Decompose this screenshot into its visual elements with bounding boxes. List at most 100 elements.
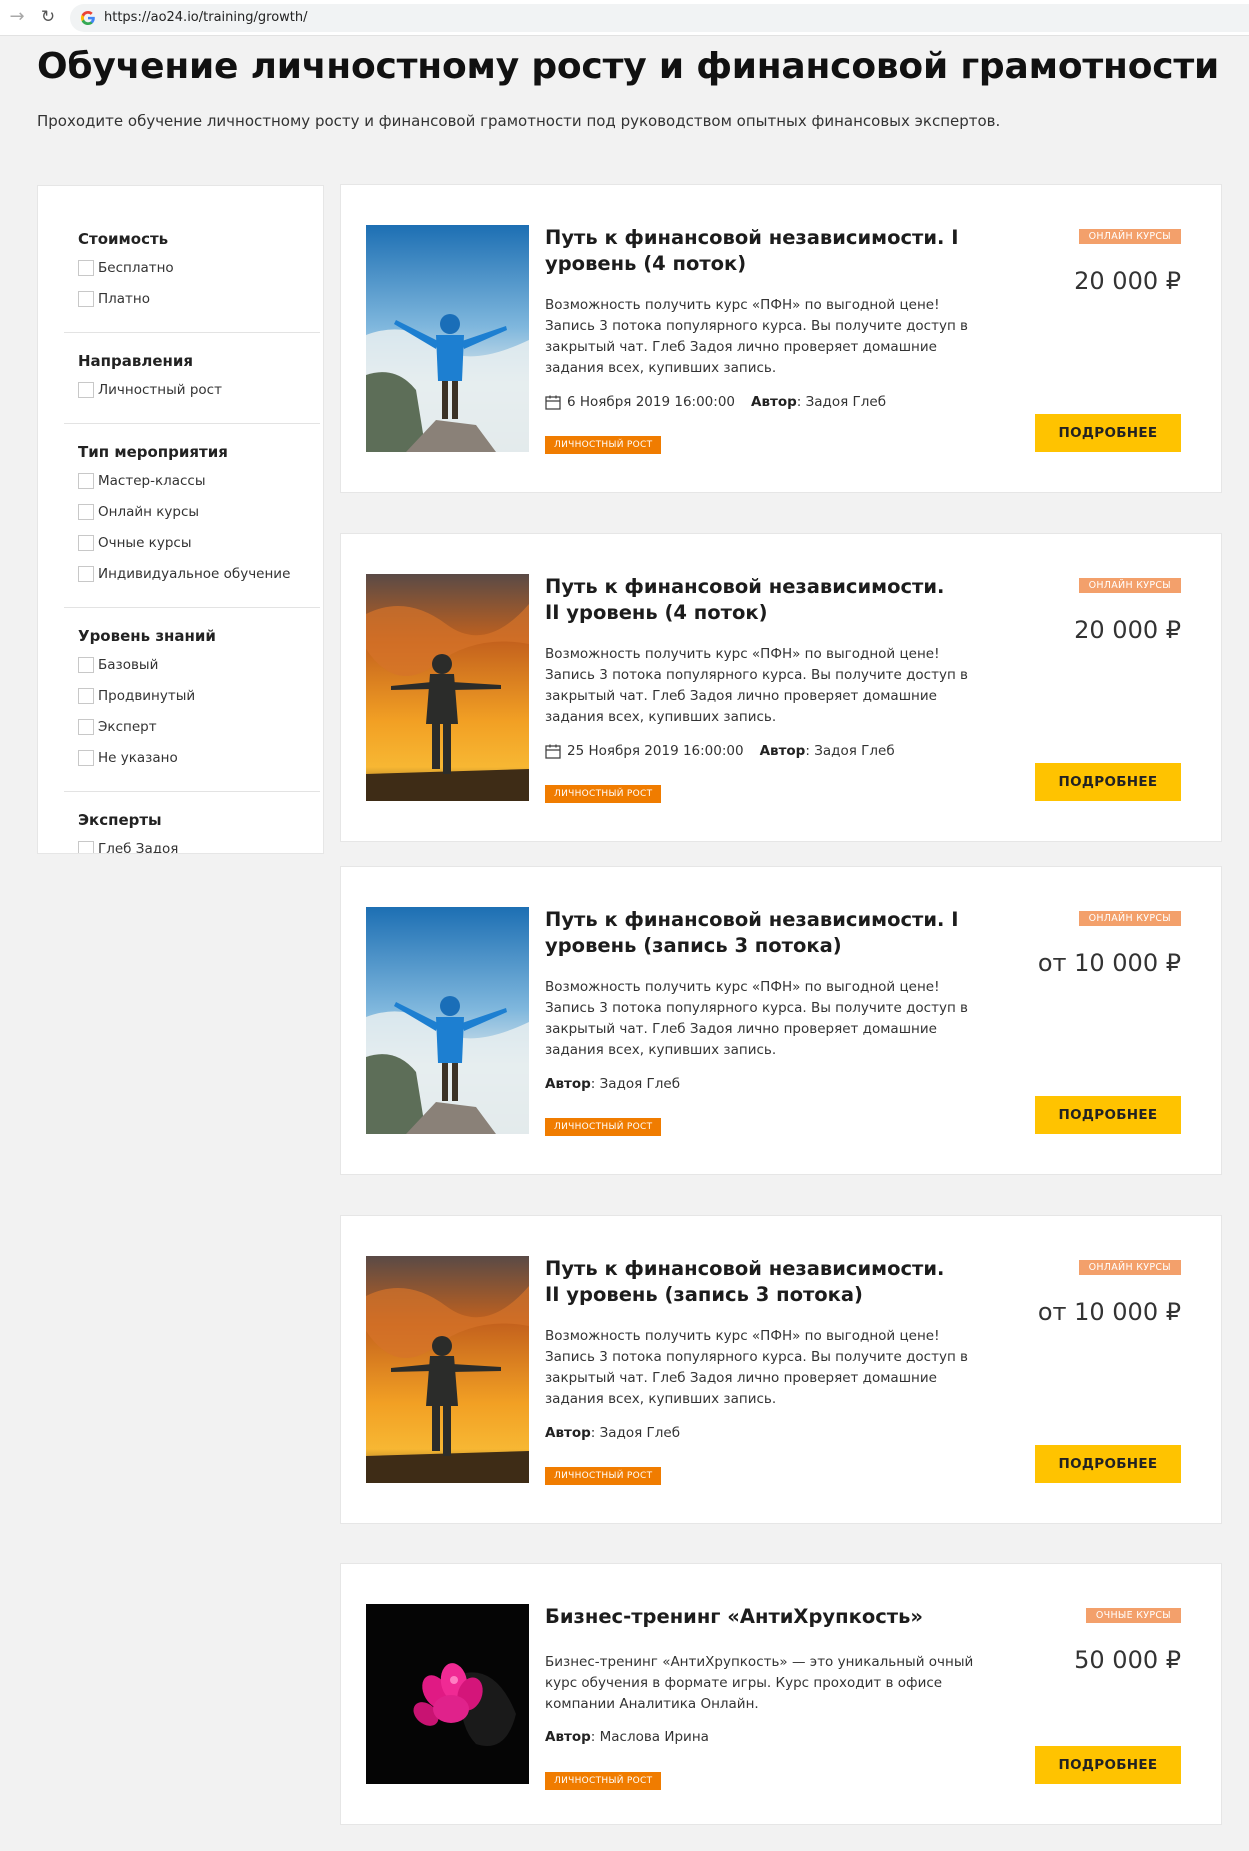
filter-divider [64,332,320,333]
course-author: Задоя Глеб [599,1425,681,1441]
course-meta: 25 Ноября 2019 16:00:00 Автор: Задоя Гле… [545,743,895,759]
checkbox[interactable] [78,534,94,551]
address-bar[interactable]: https://ao24.io/training/growth/ [70,4,1249,32]
checkbox[interactable] [78,290,94,307]
course-author: Маслова Ирина [599,1729,709,1745]
course-price: от 10 000 ₽ [1037,1298,1181,1326]
course-description: Возможность получить курс «ПФН» по выгод… [545,646,969,725]
category-tag[interactable]: ЛИЧНОСТНЫЙ РОСТ [545,1772,662,1790]
filter-divider [64,607,320,608]
filter-title: Уровень знаний [78,627,216,645]
course-type-badge: ОЧНЫЕ КУРСЫ [1085,1608,1181,1623]
filter-title: Стоимость [78,230,169,248]
filter-option-paid[interactable]: Платно [78,283,286,314]
course-image-sunset-woman[interactable] [366,574,529,801]
author-label: Автор [545,1425,591,1441]
details-button[interactable]: ПОДРОБНЕЕ [1035,1445,1181,1483]
course-card: Путь к финансовой независимости. I урове… [340,184,1222,493]
course-title[interactable]: Путь к финансовой независимости. II уров… [545,574,965,626]
filter-option-masterclasses[interactable]: Мастер-классы [78,465,286,496]
filter-title: Тип мероприятия [78,443,228,461]
filter-option-unspecified[interactable]: Не указано [78,742,286,773]
course-type-badge: ОНЛАЙН КУРСЫ [1078,229,1181,244]
course-title[interactable]: Путь к финансовой независимости. I урове… [545,225,965,277]
filter-title: Направления [78,352,194,370]
filter-option-personal-growth[interactable]: Личностный рост [78,374,286,405]
checkbox[interactable] [78,840,94,853]
course-card: Бизнес-тренинг «АнтиХрупкость» Бизнес-тр… [340,1563,1222,1825]
filter-option-free[interactable]: Бесплатно [78,252,286,283]
course-title[interactable]: Путь к финансовой независимости. II уров… [545,1256,965,1308]
course-card: Путь к финансовой независимости. I урове… [340,866,1222,1175]
filter-option-individual[interactable]: Индивидуальное обучение [78,558,290,589]
course-type-badge: ОНЛАЙН КУРСЫ [1078,578,1181,593]
course-author: Задоя Глеб [599,1076,681,1092]
filter-option-online-courses[interactable]: Онлайн курсы [78,496,286,527]
category-tag[interactable]: ЛИЧНОСТНЫЙ РОСТ [545,1467,662,1485]
details-button[interactable]: ПОДРОБНЕЕ [1035,1096,1181,1134]
filter-option-basic[interactable]: Базовый [78,649,286,680]
details-button[interactable]: ПОДРОБНЕЕ [1035,1746,1181,1784]
course-image-pink-glove[interactable] [366,1604,529,1784]
checkbox[interactable] [78,503,94,520]
course-author: Задоя Глеб [805,394,887,410]
page-title: Обучение личностному росту и финансовой … [37,46,1220,87]
course-image-sunset-woman[interactable] [366,1256,529,1483]
filter-group-level: Уровень знаний Базовый Продвинутый Экспе… [78,623,286,773]
checkbox[interactable] [78,687,94,704]
filter-option-offline-courses[interactable]: Очные курсы [78,527,286,558]
calendar-icon [545,395,561,410]
course-image-mountain-hiker[interactable] [366,907,529,1134]
filter-option-expert[interactable]: Эксперт [78,711,286,742]
filter-option-advanced[interactable]: Продвинутый [78,680,286,711]
course-type-badge: ОНЛАЙН КУРСЫ [1078,911,1181,926]
author-label: Автор [759,743,806,759]
course-price: 20 000 ₽ [1074,267,1181,295]
filter-group-directions: Направления Личностный рост [78,348,286,405]
course-type-badge: ОНЛАЙН КУРСЫ [1078,1260,1181,1275]
checkbox[interactable] [78,472,94,489]
category-tag[interactable]: ЛИЧНОСТНЫЙ РОСТ [545,785,662,803]
course-meta: Автор: Маслова Ирина [545,1729,709,1745]
checkbox[interactable] [78,718,94,735]
checkbox[interactable] [78,656,94,673]
course-card: Путь к финансовой независимости. II уров… [340,1215,1222,1524]
course-price: 20 000 ₽ [1074,616,1181,644]
course-description: Бизнес-тренинг «АнтиХрупкость» — это уни… [545,1654,974,1712]
author-label: Автор [751,394,797,410]
checkbox[interactable] [78,381,94,398]
filter-divider [64,423,320,424]
filters-sidebar: Стоимость Бесплатно Платно Направления Л… [37,185,324,854]
course-description: Возможность получить курс «ПФН» по выгод… [545,979,969,1058]
category-tag[interactable]: ЛИЧНОСТНЫЙ РОСТ [545,436,662,454]
course-meta: Автор: Задоя Глеб [545,1425,681,1441]
google-icon [81,11,95,25]
course-price: 50 000 ₽ [1074,1646,1181,1674]
checkbox[interactable] [78,565,94,582]
filter-group-cost: Стоимость Бесплатно Платно [78,226,286,314]
course-card: Путь к финансовой независимости. II уров… [340,533,1222,842]
category-tag[interactable]: ЛИЧНОСТНЫЙ РОСТ [545,1118,662,1136]
course-author: Задоя Глеб [814,743,895,759]
course-meta: 6 Ноября 2019 16:00:00 Автор: Задоя Глеб [545,394,886,410]
filter-group-event-type: Тип мероприятия Мастер-классы Онлайн кур… [78,439,290,589]
forward-arrow-icon[interactable]: → [6,6,28,28]
page-lead: Проходите обучение личностному росту и ф… [37,112,1001,130]
browser-toolbar: → ↻ https://ao24.io/training/growth/ [0,0,1249,36]
url-text[interactable]: https://ao24.io/training/growth/ [104,10,308,26]
details-button[interactable]: ПОДРОБНЕЕ [1035,414,1181,452]
details-button[interactable]: ПОДРОБНЕЕ [1035,763,1181,801]
course-title[interactable]: Путь к финансовой независимости. I урове… [545,907,965,959]
filter-option-gleb-zadoya[interactable]: Глеб Задоя [78,833,286,853]
course-description: Возможность получить курс «ПФН» по выгод… [545,297,969,376]
filter-title: Эксперты [78,811,162,829]
course-meta: Автор: Задоя Глеб [545,1076,681,1092]
checkbox[interactable] [78,749,94,766]
reload-icon[interactable]: ↻ [37,6,59,28]
course-image-mountain-hiker[interactable] [366,225,529,452]
filter-group-experts: Эксперты Глеб Задоя [78,807,286,853]
course-title[interactable]: Бизнес-тренинг «АнтиХрупкость» [545,1604,965,1630]
calendar-icon [545,744,561,759]
checkbox[interactable] [78,259,94,276]
filter-divider [64,791,320,792]
